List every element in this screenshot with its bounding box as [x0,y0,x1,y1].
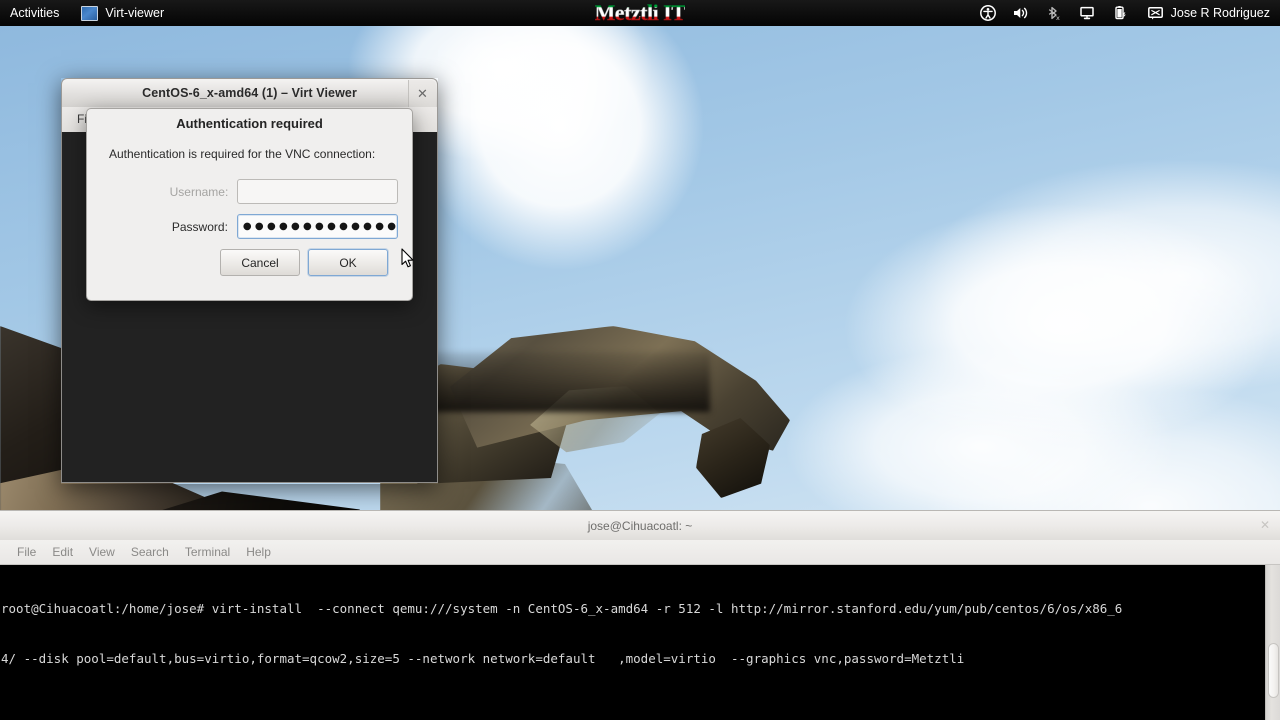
terminal-menubar: File Edit View Search Terminal Help [0,540,1280,565]
password-row: Password: ●●●●●●●●●●●●●● [101,214,398,239]
bluetooth-disabled-icon[interactable]: x [1045,4,1063,22]
user-name-label: Jose R Rodriguez [1170,6,1270,20]
menu-file[interactable]: File [9,540,44,565]
battery-icon[interactable] [1111,4,1129,22]
chat-icon [1147,4,1165,22]
authentication-dialog: Authentication required Authentication i… [86,108,413,301]
menu-search[interactable]: Search [123,540,177,565]
auth-dialog-buttons: Cancel OK [101,249,398,276]
activities-button[interactable]: Activities [0,0,71,26]
auth-dialog-heading: Authentication required [176,116,323,131]
ok-button[interactable]: OK [308,249,388,276]
user-menu[interactable]: Jose R Rodriguez [1147,4,1270,22]
terminal-scrollbar[interactable] [1265,565,1280,720]
password-masked-value: ●●●●●●●●●●●●●● [242,220,398,232]
menu-edit[interactable]: Edit [44,540,81,565]
menu-terminal[interactable]: Terminal [177,540,238,565]
brand-logo-text: Metztli IT [594,0,686,25]
terminal-window: jose@Cihuacoatl: ~ ✕ File Edit View Sear… [0,510,1280,720]
svg-text:x: x [1056,14,1060,21]
username-row: Username: [101,179,398,204]
display-icon[interactable] [1078,4,1096,22]
auth-dialog-fields: Username: Password: ●●●●●●●●●●●●●● [101,179,398,239]
virt-viewer-title: CentOS-6_x-amd64 (1) – Virt Viewer [142,86,357,100]
terminal-scrollbar-thumb[interactable] [1268,643,1279,698]
terminal-titlebar[interactable]: jose@Cihuacoatl: ~ ✕ [0,510,1280,540]
auth-dialog-description: Authentication is required for the VNC c… [109,147,376,161]
username-label: Username: [169,184,229,199]
terminal-body[interactable]: root@Cihuacoatl:/home/jose# virt-install… [0,565,1280,720]
volume-icon[interactable] [1012,4,1030,22]
taskbar-item-label: Virt-viewer [105,6,165,20]
terminal-line: 4/ --disk pool=default,bus=virtio,format… [1,651,1265,668]
gnome-top-bar: Activities Virt-viewer Metztli IT x Jose… [0,0,1280,26]
password-label: Password: [171,219,228,234]
password-input[interactable]: ●●●●●●●●●●●●●● [236,214,398,239]
system-tray: x Jose R Rodriguez [979,0,1280,26]
cancel-button[interactable]: Cancel [220,249,300,276]
menu-help[interactable]: Help [238,540,279,565]
taskbar-item-virt-viewer[interactable]: Virt-viewer [71,0,174,26]
close-icon[interactable]: ✕ [408,80,436,107]
terminal-output: root@Cihuacoatl:/home/jose# virt-install… [0,565,1265,720]
close-icon[interactable]: ✕ [1260,518,1270,532]
menu-view[interactable]: View [81,540,123,565]
terminal-line-text: 4/ --disk pool=default,bus=virtio,format… [1,650,965,666]
desktop-screen: Activities Virt-viewer Metztli IT x Jose… [0,0,1280,720]
virt-viewer-titlebar[interactable]: CentOS-6_x-amd64 (1) – Virt Viewer ✕ [61,78,438,107]
terminal-title: jose@Cihuacoatl: ~ [587,518,693,533]
terminal-line: root@Cihuacoatl:/home/jose# virt-install… [1,601,1265,618]
username-input[interactable] [237,179,398,204]
app-window-icon [81,5,99,21]
accessibility-icon[interactable] [979,4,997,22]
terminal-line-text: root@Cihuacoatl:/home/jose# virt-install… [1,600,1123,616]
